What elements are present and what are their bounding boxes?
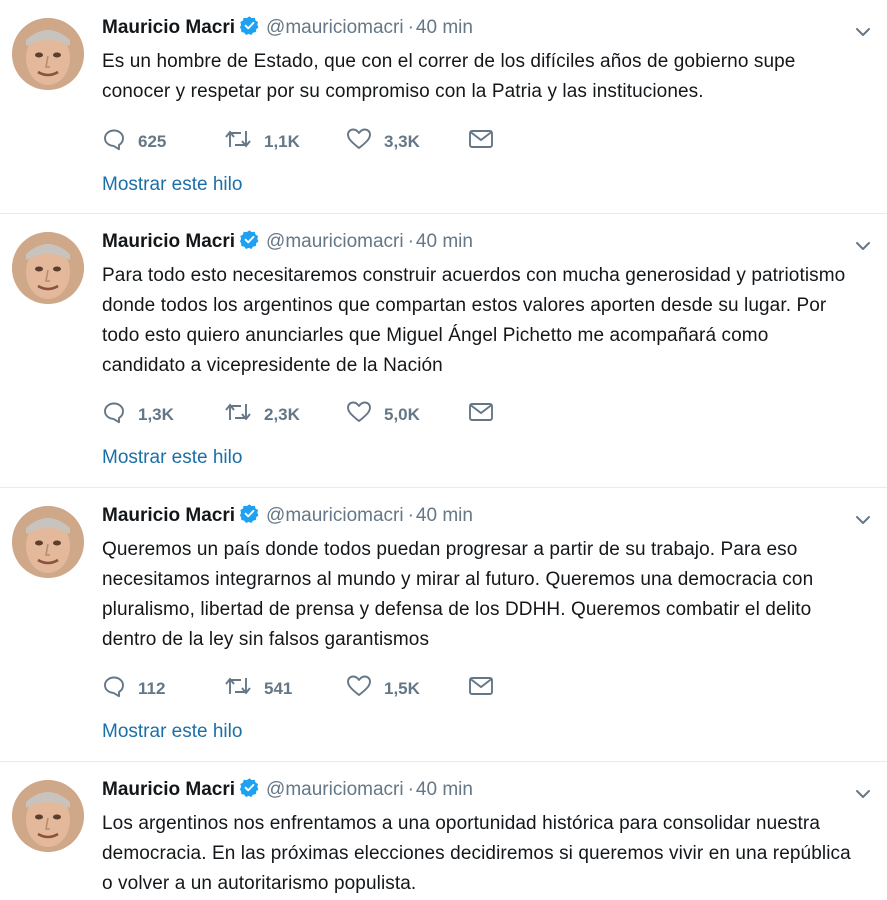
- author-name[interactable]: Mauricio Macri: [102, 779, 235, 800]
- retweet-icon: [224, 127, 264, 156]
- tweet-header: Mauricio Macri @mauriciomacri · 40 min: [102, 502, 857, 533]
- show-thread-link[interactable]: Mostrar este hilo: [102, 174, 242, 196]
- tweet-actions: 625 1,1K 3,3K: [102, 127, 590, 156]
- direct-message-button[interactable]: [468, 128, 590, 155]
- tweet-timestamp[interactable]: 40 min: [416, 231, 473, 252]
- like-button[interactable]: 3,3K: [346, 127, 468, 156]
- like-button[interactable]: 1,5K: [346, 674, 468, 703]
- author-handle[interactable]: @mauriciomacri: [266, 231, 404, 252]
- reply-count: 1,3K: [138, 404, 174, 424]
- tweet-body: Mauricio Macri @mauriciomacri · 40 min Para…: [102, 228, 857, 381]
- retweet-button[interactable]: 541: [224, 674, 346, 703]
- retweet-button[interactable]: 1,1K: [224, 127, 346, 156]
- direct-message-button[interactable]: [468, 401, 590, 428]
- direct-message-button[interactable]: [468, 675, 590, 702]
- tweet[interactable]: Mauricio Macri @mauriciomacri · 40 min Quer…: [0, 488, 887, 762]
- retweet-count: 2,3K: [264, 404, 300, 424]
- avatar[interactable]: [12, 18, 84, 90]
- verified-badge-icon: [239, 777, 260, 807]
- like-count: 1,5K: [384, 678, 420, 698]
- tweet-timestamp[interactable]: 40 min: [416, 505, 473, 526]
- reply-button[interactable]: 1,3K: [102, 400, 224, 429]
- author-handle[interactable]: @mauriciomacri: [266, 505, 404, 526]
- reply-button[interactable]: 625: [102, 127, 224, 156]
- chevron-down-icon[interactable]: [853, 22, 873, 47]
- tweet-text: Queremos un país donde todos puedan prog…: [102, 539, 814, 650]
- avatar[interactable]: [12, 232, 84, 304]
- tweet-body: Mauricio Macri @mauriciomacri · 40 min Es u…: [102, 14, 857, 107]
- tweet-header: Mauricio Macri @mauriciomacri · 40 min: [102, 228, 857, 259]
- reply-count: 112: [138, 678, 166, 698]
- chevron-down-icon[interactable]: [853, 510, 873, 535]
- author-name[interactable]: Mauricio Macri: [102, 17, 235, 38]
- retweet-icon: [224, 400, 264, 429]
- verified-badge-icon: [239, 503, 260, 533]
- tweet-text: Es un hombre de Estado, que con el corre…: [102, 51, 796, 102]
- author-name[interactable]: Mauricio Macri: [102, 505, 235, 526]
- envelope-icon: [468, 401, 506, 428]
- tweet-actions: 112 541 1,5K: [102, 674, 590, 703]
- verified-badge-icon: [239, 229, 260, 259]
- tweet-text: Los argentinos nos enfrentamos a una opo…: [102, 813, 851, 894]
- chevron-down-icon[interactable]: [853, 784, 873, 809]
- tweet[interactable]: Mauricio Macri @mauriciomacri · 40 min Es u…: [0, 0, 887, 214]
- tweet-timestamp[interactable]: 40 min: [416, 779, 473, 800]
- retweet-count: 541: [264, 678, 293, 698]
- tweet[interactable]: Mauricio Macri @mauriciomacri · 40 min Para…: [0, 214, 887, 488]
- like-count: 3,3K: [384, 131, 420, 151]
- tweet[interactable]: Mauricio Macri @mauriciomacri · 40 min Los …: [0, 762, 887, 900]
- tweet-header: Mauricio Macri @mauriciomacri · 40 min: [102, 14, 857, 45]
- envelope-icon: [468, 675, 506, 702]
- reply-count: 625: [138, 131, 167, 151]
- heart-icon: [346, 127, 384, 156]
- avatar[interactable]: [12, 506, 84, 578]
- show-thread-link[interactable]: Mostrar este hilo: [102, 721, 242, 743]
- separator-dot: ·: [407, 779, 414, 800]
- retweet-count: 1,1K: [264, 131, 300, 151]
- author-handle[interactable]: @mauriciomacri: [266, 779, 404, 800]
- tweet-body: Mauricio Macri @mauriciomacri · 40 min Los …: [102, 776, 857, 899]
- reply-button[interactable]: 112: [102, 674, 224, 703]
- chevron-down-icon[interactable]: [853, 236, 873, 261]
- retweet-icon: [224, 674, 264, 703]
- tweet-header: Mauricio Macri @mauriciomacri · 40 min: [102, 776, 857, 807]
- verified-badge-icon: [239, 15, 260, 45]
- reply-icon: [102, 674, 138, 703]
- tweet-timestamp[interactable]: 40 min: [416, 17, 473, 38]
- tweet-body: Mauricio Macri @mauriciomacri · 40 min Quer…: [102, 502, 857, 655]
- reply-icon: [102, 127, 138, 156]
- like-count: 5,0K: [384, 404, 420, 424]
- author-name[interactable]: Mauricio Macri: [102, 231, 235, 252]
- tweet-timeline: Mauricio Macri @mauriciomacri · 40 min Es u…: [0, 0, 887, 900]
- retweet-button[interactable]: 2,3K: [224, 400, 346, 429]
- like-button[interactable]: 5,0K: [346, 400, 468, 429]
- envelope-icon: [468, 128, 506, 155]
- separator-dot: ·: [407, 231, 414, 252]
- reply-icon: [102, 400, 138, 429]
- tweet-text: Para todo esto necesitaremos construir a…: [102, 265, 846, 376]
- heart-icon: [346, 400, 384, 429]
- separator-dot: ·: [407, 17, 414, 38]
- show-thread-link[interactable]: Mostrar este hilo: [102, 447, 242, 469]
- author-handle[interactable]: @mauriciomacri: [266, 17, 404, 38]
- heart-icon: [346, 674, 384, 703]
- avatar[interactable]: [12, 780, 84, 852]
- tweet-actions: 1,3K 2,3K 5,0K: [102, 400, 590, 429]
- separator-dot: ·: [407, 505, 414, 526]
